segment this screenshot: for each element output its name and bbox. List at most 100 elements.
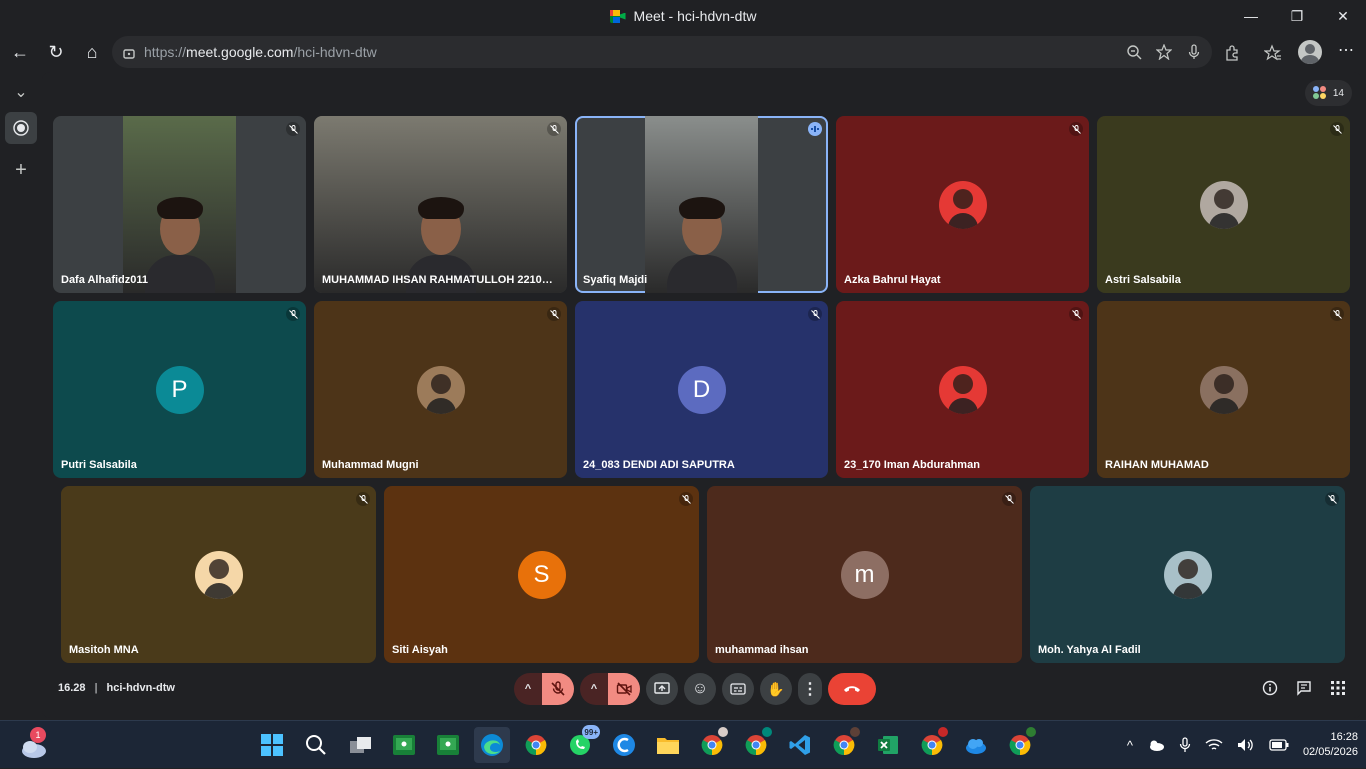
- chrome-profile-app-3[interactable]: [826, 727, 862, 763]
- chrome-profile-app-4[interactable]: [914, 727, 950, 763]
- workspace-button[interactable]: [5, 112, 37, 144]
- window-title: Meet - hci-hdvn-dtw: [633, 8, 757, 24]
- search-button[interactable]: [298, 727, 334, 763]
- participant-name: Astri Salsabila: [1105, 274, 1181, 286]
- video-options-button[interactable]: ^: [580, 673, 608, 705]
- task-view-button[interactable]: [342, 727, 378, 763]
- participant-tile[interactable]: D 24_083 DENDI ADI SAPUTRA: [575, 301, 828, 478]
- battery-icon[interactable]: [1269, 739, 1289, 751]
- profile-badge-icon: [938, 727, 948, 737]
- participant-tile[interactable]: Masitoh MNA: [61, 486, 376, 663]
- participant-tile[interactable]: P Putri Salsabila: [53, 301, 306, 478]
- camera-off-icon: [616, 682, 632, 696]
- favorite-star-icon[interactable]: [1156, 44, 1172, 60]
- participant-tile[interactable]: Astri Salsabila: [1097, 116, 1350, 293]
- participant-tile[interactable]: MUHAMMAD IHSAN RAHMATULLOH 221002...: [314, 116, 567, 293]
- maximize-button[interactable]: ❐: [1274, 0, 1320, 32]
- microphone-icon[interactable]: [1186, 44, 1202, 60]
- clock-time: 16:28: [1330, 731, 1358, 743]
- whatsapp-badge: 99+: [582, 725, 600, 739]
- participant-tile[interactable]: 23_170 Iman Abdurahman: [836, 301, 1089, 478]
- copilot-app[interactable]: [606, 727, 642, 763]
- chrome-profile-app-5[interactable]: [1002, 727, 1038, 763]
- clock[interactable]: 16:28 02/05/2026: [1303, 730, 1358, 760]
- present-screen-icon: [654, 682, 670, 694]
- edge-browser-app[interactable]: [474, 727, 510, 763]
- mic-muted-icon: [679, 492, 693, 506]
- excel-app[interactable]: [870, 727, 906, 763]
- mic-toggle-button[interactable]: [542, 673, 574, 705]
- profile-avatar[interactable]: [1298, 40, 1322, 64]
- url-text[interactable]: https://meet.google.com/hci-hdvn-dtw: [144, 44, 377, 60]
- raise-hand-button[interactable]: ✋: [760, 673, 792, 705]
- onedrive-icon[interactable]: [1147, 738, 1165, 752]
- weather-notification-badge: 1: [30, 727, 46, 743]
- wifi-icon[interactable]: [1205, 738, 1223, 752]
- browser-menu-button[interactable]: ⋯: [1336, 40, 1356, 64]
- vscode-app[interactable]: [782, 727, 818, 763]
- chrome-profile-app[interactable]: [694, 727, 730, 763]
- mic-muted-icon: [1330, 307, 1344, 321]
- meeting-time: 16.28: [58, 682, 86, 694]
- participant-tile[interactable]: S Siti Aisyah: [384, 486, 699, 663]
- mic-muted-icon: [356, 492, 370, 506]
- participant-tile[interactable]: Syafiq Majdi: [575, 116, 828, 293]
- emoji-icon: ☺: [691, 680, 709, 697]
- avatar-photo: [1163, 550, 1212, 599]
- google-classroom-app[interactable]: [386, 727, 422, 763]
- cloud-app[interactable]: [958, 727, 994, 763]
- camera-toggle-button[interactable]: [608, 673, 640, 705]
- info-icon[interactable]: [1262, 680, 1278, 696]
- minimize-button[interactable]: —: [1228, 0, 1274, 32]
- meeting-side-controls: [1262, 680, 1346, 696]
- whatsapp-app[interactable]: 99+: [562, 725, 600, 763]
- participant-tile[interactable]: Dafa Alhafidz011: [53, 116, 306, 293]
- more-options-button[interactable]: ⋮: [798, 673, 822, 705]
- tray-microphone-icon[interactable]: [1179, 737, 1191, 753]
- extensions-icon[interactable]: [1224, 44, 1242, 62]
- speaking-indicator-icon: [808, 122, 822, 136]
- reload-button[interactable]: ↻: [42, 38, 70, 66]
- chrome-profile-app-2[interactable]: [738, 727, 774, 763]
- close-button[interactable]: ✕: [1320, 0, 1366, 32]
- audio-options-button[interactable]: ^: [514, 673, 542, 705]
- present-button[interactable]: [646, 673, 678, 705]
- participant-tile[interactable]: Moh. Yahya Al Fadil: [1030, 486, 1345, 663]
- search-icon: [306, 735, 326, 755]
- home-button[interactable]: ⌂: [78, 38, 106, 66]
- profile-badge-icon: [850, 727, 860, 737]
- chrome-icon: [1009, 735, 1031, 756]
- captions-button[interactable]: [722, 673, 754, 705]
- chevron-down-icon[interactable]: ⌄: [5, 76, 37, 108]
- participant-tile[interactable]: RAIHAN MUHAMAD: [1097, 301, 1350, 478]
- google-classroom-app-2[interactable]: [430, 727, 466, 763]
- participant-tile[interactable]: m muhammad ihsan: [707, 486, 1022, 663]
- participant-tile[interactable]: Azka Bahrul Hayat: [836, 116, 1089, 293]
- back-button[interactable]: ←: [6, 38, 34, 66]
- more-vert-icon: ⋮: [802, 681, 818, 698]
- file-explorer-app[interactable]: [650, 727, 686, 763]
- chevron-up-icon[interactable]: ^: [1127, 738, 1133, 753]
- chat-icon[interactable]: [1296, 680, 1312, 696]
- address-bar[interactable]: https://meet.google.com/hci-hdvn-dtw: [112, 36, 1212, 68]
- copilot-icon: [613, 734, 635, 756]
- zoom-icon[interactable]: [1126, 44, 1142, 60]
- leave-call-button[interactable]: [828, 673, 876, 705]
- site-info-icon[interactable]: [122, 45, 136, 59]
- participant-tile[interactable]: Muhammad Mugni: [314, 301, 567, 478]
- mic-muted-icon: [1002, 492, 1016, 506]
- participant-name: Muhammad Mugni: [322, 459, 419, 471]
- participant-name: Moh. Yahya Al Fadil: [1038, 644, 1141, 656]
- add-icon[interactable]: +: [5, 154, 37, 186]
- people-icon: [1312, 86, 1327, 100]
- chrome-app[interactable]: [518, 727, 554, 763]
- chrome-icon: [745, 735, 767, 756]
- participant-name: 23_170 Iman Abdurahman: [844, 459, 980, 471]
- volume-icon[interactable]: [1237, 738, 1255, 752]
- participant-count-button[interactable]: 14: [1304, 80, 1352, 106]
- activities-icon[interactable]: [1330, 680, 1346, 696]
- participant-name: Putri Salsabila: [61, 459, 137, 471]
- emoji-button[interactable]: ☺: [684, 673, 716, 705]
- start-button[interactable]: [254, 727, 290, 763]
- favorites-icon[interactable]: [1264, 44, 1282, 62]
